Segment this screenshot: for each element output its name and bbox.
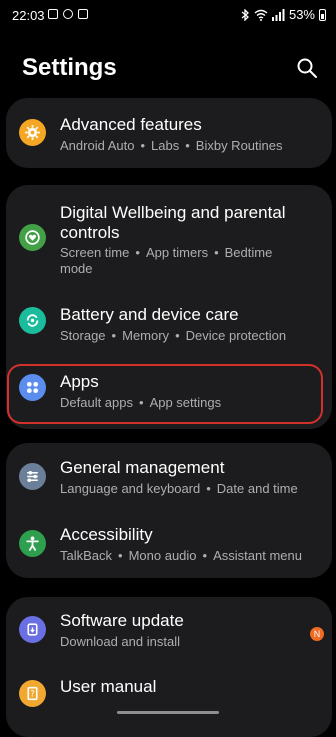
item-title-line2: controls [60, 223, 120, 242]
home-indicator[interactable] [117, 711, 219, 714]
item-subtitle: Download and install [60, 634, 180, 649]
gallery-notification-icon [48, 9, 58, 19]
battery-percent: 53% [288, 7, 315, 22]
apps-grid-icon [19, 374, 46, 401]
item-subtitle: TalkBack • Mono audio • Assistant menu [60, 548, 302, 563]
refresh-circle-icon [19, 307, 46, 334]
gear-star-icon [19, 119, 46, 146]
status-right: 53% [241, 7, 326, 22]
mic-notification-icon [63, 9, 73, 19]
item-title: General management [60, 458, 225, 477]
item-subtitle: Screen time • App timers • Bedtime [60, 245, 273, 260]
signal-icon [271, 8, 285, 21]
item-subtitle-line2: mode [60, 261, 93, 276]
settings-item-accessibility[interactable]: Accessibility TalkBack • Mono audio • Assist… [6, 510, 332, 578]
status-bar: 22:03 53% [0, 0, 336, 30]
item-subtitle: Storage • Memory • Device protection [60, 328, 287, 343]
card-support: Software update Download and install ? U… [6, 597, 332, 737]
update-icon [19, 616, 46, 643]
page-title: Settings [22, 54, 117, 81]
settings-item-battery[interactable]: Battery and device care Storage • Memory • D… [6, 285, 332, 355]
item-title: Advanced features [60, 115, 202, 134]
app-notification-icon [78, 9, 88, 19]
settings-item-software-update[interactable]: Software update Download and install [6, 597, 332, 665]
settings-item-general-management[interactable]: General management Language and keyboard… [6, 443, 332, 510]
item-subtitle: Default apps • App settings [60, 395, 222, 410]
heart-circle-icon [19, 224, 46, 251]
wifi-icon [254, 9, 268, 21]
item-title: Apps [60, 372, 99, 391]
item-title: Software update [60, 611, 184, 630]
settings-item-apps[interactable]: Apps Default apps • App settings [6, 355, 332, 429]
update-badge: N [310, 627, 324, 641]
item-title: User manual [60, 677, 157, 696]
item-title: Accessibility [60, 525, 153, 544]
notification-icons [48, 9, 88, 19]
status-time: 22:03 [12, 8, 45, 23]
item-subtitle: Language and keyboard • Date and time [60, 481, 298, 496]
settings-item-advanced-features[interactable]: Advanced features Android Auto • Labs • Bixb… [6, 98, 332, 168]
settings-item-user-manual[interactable]: ? User manual [6, 665, 332, 725]
card-system: General management Language and keyboard… [6, 443, 332, 578]
settings-item-digital-wellbeing[interactable]: Digital Wellbeing and parental controls … [6, 185, 332, 285]
bluetooth-icon [241, 8, 249, 21]
svg-text:?: ? [30, 690, 35, 700]
battery-icon [319, 8, 326, 21]
card-device: Digital Wellbeing and parental controls … [6, 185, 332, 429]
card-advanced: Advanced features Android Auto • Labs • Bixb… [6, 98, 332, 168]
book-icon: ? [19, 680, 46, 707]
search-icon[interactable] [296, 57, 318, 79]
person-icon [19, 530, 46, 557]
item-subtitle: Android Auto • Labs • Bixby Routines [60, 138, 283, 153]
item-title-line1: Digital Wellbeing and parental [60, 203, 286, 222]
item-title: Battery and device care [60, 305, 239, 324]
sliders-icon [19, 463, 46, 490]
